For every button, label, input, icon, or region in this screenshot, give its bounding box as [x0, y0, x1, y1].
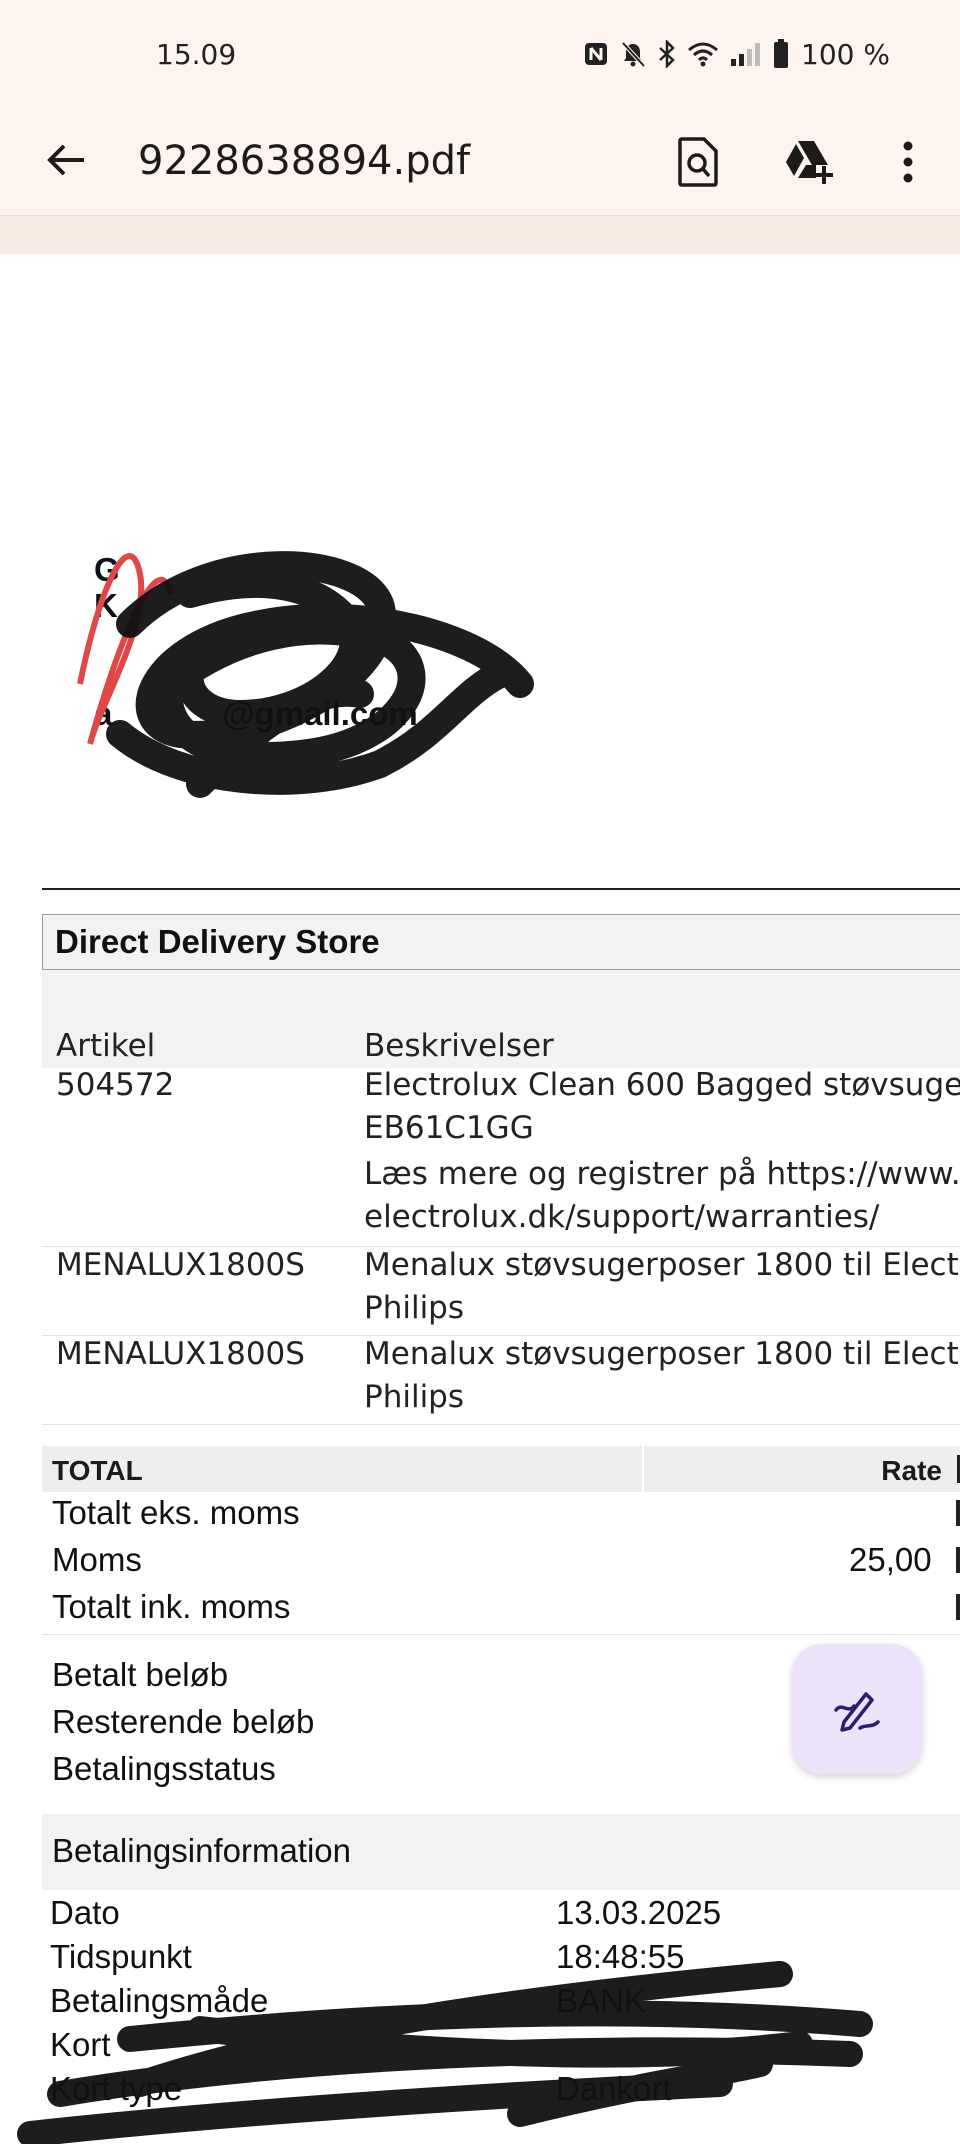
- status-bar: 15.09 100 %: [0, 0, 960, 108]
- total-incl-vat-label: Totalt ink. moms: [52, 1588, 291, 1625]
- clipped-value-edge: [956, 1547, 960, 1573]
- vat-label: Moms: [52, 1541, 142, 1578]
- row-1-desc-line-2: EB61C1GG: [364, 1110, 534, 1146]
- row-3-desc-line-2: Philips: [364, 1379, 465, 1415]
- battery-icon: [773, 39, 789, 69]
- mute-bell-icon: [619, 40, 647, 68]
- date-label: Dato: [50, 1894, 120, 1931]
- payment-info-title: Betalingsinformation: [52, 1832, 351, 1869]
- totals-header: TOTAL Rate: [42, 1446, 960, 1492]
- status-time: 15.09: [156, 38, 237, 71]
- battery-percent: 100 %: [801, 37, 890, 71]
- row-2-desc-line-2: Philips: [364, 1290, 465, 1326]
- row-1-artikel: 504572: [56, 1067, 175, 1103]
- total-excl-vat-label: Totalt eks. moms: [52, 1494, 300, 1531]
- bluetooth-icon: [657, 40, 677, 68]
- add-to-drive-icon: [786, 141, 833, 184]
- date-value: 13.03.2025: [556, 1894, 722, 1931]
- payment-info-header: Betalingsinformation: [42, 1814, 960, 1890]
- row-2-desc-line-1: Menalux støvsugerposer 1800 til Electro: [364, 1247, 960, 1283]
- row-1-desc-line-1: Electrolux Clean 600 Bagged støvsuger: [364, 1067, 960, 1103]
- totals-title: TOTAL: [52, 1455, 143, 1486]
- totals-rate-header: Rate: [881, 1455, 942, 1486]
- status-icons: 100 %: [583, 36, 890, 72]
- table-spacer-band: [42, 970, 960, 1020]
- annotate-pen-icon: [834, 1692, 880, 1732]
- column-header-artikel: Artikel: [56, 1028, 156, 1064]
- column-header-beskrivelser: Beskrivelser: [364, 1028, 554, 1064]
- totals-header-separator: [642, 1446, 644, 1492]
- store-name-box: Direct Delivery Store: [42, 914, 960, 970]
- more-vert-icon: [903, 141, 913, 183]
- clipped-value-edge: [956, 1500, 960, 1526]
- row-3-artikel: MENALUX1800S: [56, 1336, 305, 1372]
- clipped-value-edge: [956, 1594, 960, 1620]
- add-to-drive-button[interactable]: [778, 130, 842, 194]
- back-arrow-icon: [47, 144, 84, 176]
- more-options-button[interactable]: [876, 130, 940, 194]
- payment-status-label: Betalingsstatus: [52, 1750, 276, 1787]
- header-divider: [42, 888, 960, 890]
- viewer-margin: [0, 216, 960, 254]
- paid-amount-label: Betalt beløb: [52, 1656, 229, 1693]
- find-in-page-button[interactable]: [666, 130, 730, 194]
- nfc-icon: [583, 41, 609, 67]
- app-toolbar: 9228638894.pdf: [0, 108, 960, 216]
- items-table-header: Artikel Beskrivelser: [42, 1020, 960, 1068]
- remaining-amount-label: Resterende beløb: [52, 1703, 315, 1740]
- pdf-page[interactable]: G K a @gmail.com Direct Delivery Store Ar…: [0, 254, 960, 2144]
- wifi-icon: [687, 41, 719, 67]
- back-button[interactable]: [36, 130, 96, 190]
- row-divider: [42, 1424, 960, 1425]
- signal-icon: [729, 41, 763, 67]
- find-in-page-icon: [678, 137, 718, 187]
- totals-divider: [42, 1634, 960, 1635]
- redaction-scribble-bottom: [17, 1961, 873, 2144]
- annotate-fab-button[interactable]: [792, 1644, 922, 1774]
- store-name: Direct Delivery Store: [55, 923, 380, 960]
- row-1-desc-line-3: Læs mere og registrer på https://www.: [364, 1156, 960, 1192]
- row-1-desc-line-4: electrolux.dk/support/warranties/: [364, 1199, 880, 1235]
- vat-rate-value: 25,00: [849, 1541, 932, 1578]
- row-2-artikel: MENALUX1800S: [56, 1247, 305, 1283]
- document-title: 9228638894.pdf: [138, 138, 471, 184]
- redaction-scribble: [77, 551, 534, 798]
- row-3-desc-line-1: Menalux støvsugerposer 1800 til Electro: [364, 1336, 960, 1372]
